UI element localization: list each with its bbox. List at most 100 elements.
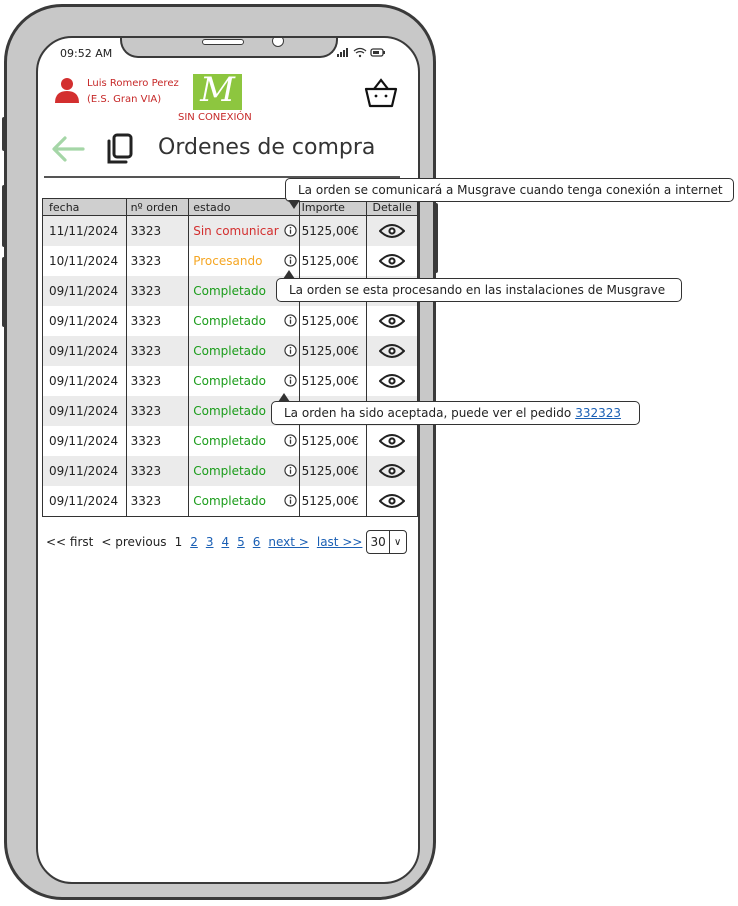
status-icons (336, 46, 388, 61)
col-estado: estado (189, 199, 300, 215)
cell-estado: Completado (189, 426, 300, 456)
status-text: Completado (193, 344, 266, 358)
tooltip-accepted: La orden ha sido aceptada, puede ver el … (271, 393, 640, 425)
tooltip-not-sent: La orden se comunicará a Musgrave cuando… (285, 178, 734, 209)
cell-detalle (367, 336, 417, 366)
back-arrow-icon[interactable] (51, 136, 85, 162)
cell-fecha: 09/11/2024 (43, 396, 127, 426)
user-icon (55, 78, 79, 103)
phone-button (2, 185, 6, 247)
signal-wifi-battery-icon (337, 47, 385, 58)
col-orden: nº orden (127, 199, 190, 215)
info-icon[interactable] (284, 344, 297, 357)
col-fecha: fecha (43, 199, 127, 215)
table-row: 11/11/2024 3323 Sin comunicar 5125,00€ (43, 216, 417, 246)
cell-importe: 5125,00€ (300, 336, 368, 366)
cell-orden: 3323 (127, 456, 190, 486)
status-text: Completado (193, 314, 266, 328)
status-text: Sin comunicar (193, 224, 279, 238)
pager-page-2[interactable]: 2 (190, 535, 198, 549)
phone-button (2, 117, 6, 151)
cell-importe: 5125,00€ (300, 486, 368, 516)
cell-orden: 3323 (127, 276, 190, 306)
page-size-value: 30 (367, 531, 390, 553)
eye-icon[interactable] (379, 432, 406, 450)
cell-estado: Completado (189, 336, 300, 366)
tooltip-tail (288, 200, 300, 209)
cell-orden: 3323 (127, 246, 190, 276)
status-text: Completado (193, 404, 266, 418)
cell-detalle (367, 306, 417, 336)
cell-fecha: 11/11/2024 (43, 216, 127, 246)
pager-previous[interactable]: < previous (101, 535, 166, 549)
info-icon[interactable] (284, 464, 297, 477)
page-size-select[interactable]: 30 ∨ (366, 530, 407, 554)
speaker (202, 39, 244, 45)
camera (272, 38, 284, 47)
pagination: << first < previous 1 2 3 4 5 6 next > l… (46, 530, 407, 554)
table-row: 09/11/20243323Completado 5125,00€ (43, 336, 417, 366)
cell-orden: 3323 (127, 336, 190, 366)
eye-icon[interactable] (379, 222, 406, 240)
cell-detalle (367, 456, 417, 486)
pager-page-3[interactable]: 3 (206, 535, 214, 549)
cell-detalle (367, 216, 417, 246)
cell-detalle (367, 366, 417, 396)
tooltip-processing-text: La orden se esta procesando en las insta… (289, 283, 666, 297)
eye-icon[interactable] (379, 372, 406, 390)
eye-icon[interactable] (379, 252, 406, 270)
musgrave-logo: M (193, 70, 242, 110)
page-title: Ordenes de compra (158, 135, 376, 160)
eye-icon[interactable] (379, 462, 406, 480)
user-station: (E.S. Gran VIA) (87, 94, 162, 105)
pager-next[interactable]: next > (268, 535, 308, 549)
cell-detalle (367, 246, 417, 276)
pager-first[interactable]: << first (46, 535, 93, 549)
eye-icon[interactable] (379, 312, 406, 330)
cell-importe: 5125,00€ (300, 426, 368, 456)
pager-last[interactable]: last >> (317, 535, 363, 549)
cell-estado: Completado (189, 456, 300, 486)
eye-icon[interactable] (379, 492, 406, 510)
cell-importe: 5125,00€ (300, 366, 368, 396)
status-text: Completado (193, 494, 266, 508)
status-text: Completado (193, 464, 266, 478)
tooltip-tail (283, 270, 295, 279)
status-text: Procesando (193, 254, 263, 268)
copy-icon (107, 133, 133, 164)
pager-page-6[interactable]: 6 (253, 535, 261, 549)
info-icon[interactable] (284, 314, 297, 327)
cell-fecha: 09/11/2024 (43, 456, 127, 486)
info-icon[interactable] (284, 434, 297, 447)
basket-icon[interactable] (364, 78, 398, 108)
info-icon[interactable] (284, 254, 297, 267)
eye-icon[interactable] (379, 342, 406, 360)
table-row: 09/11/20243323Completado 5125,00€ (43, 366, 417, 396)
info-icon[interactable] (284, 494, 297, 507)
table-body: 11/11/2024 3323 Sin comunicar 5125,00€ 10/11… (43, 216, 417, 516)
status-time: 09:52 AM (60, 47, 113, 60)
cell-detalle (367, 486, 417, 516)
phone-screen: 09:52 AM Luis Romero Perez (E.S. Gran VI… (36, 36, 420, 884)
cell-estado: Completado (189, 306, 300, 336)
cell-fecha: 09/11/2024 (43, 276, 127, 306)
cell-orden: 3323 (127, 396, 190, 426)
info-icon[interactable] (284, 224, 297, 237)
cell-fecha: 09/11/2024 (43, 306, 127, 336)
cell-fecha: 10/11/2024 (43, 246, 127, 276)
phone-button (2, 257, 6, 327)
cell-importe: 5125,00€ (300, 216, 368, 246)
pager-page-4[interactable]: 4 (221, 535, 229, 549)
info-icon[interactable] (284, 374, 297, 387)
logo-letter: M (200, 70, 235, 110)
cell-orden: 3323 (127, 366, 190, 396)
order-link[interactable]: 332323 (575, 406, 621, 420)
phone-notch (120, 38, 338, 58)
status-text: Completado (193, 434, 266, 448)
cell-fecha: 09/11/2024 (43, 336, 127, 366)
tooltip-processing: La orden se esta procesando en las insta… (276, 270, 682, 302)
tooltip-tail (278, 393, 290, 402)
chevron-down-icon: ∨ (394, 536, 402, 548)
pager-page-5[interactable]: 5 (237, 535, 245, 549)
connection-status: SIN CONEXIÓN (178, 112, 252, 123)
